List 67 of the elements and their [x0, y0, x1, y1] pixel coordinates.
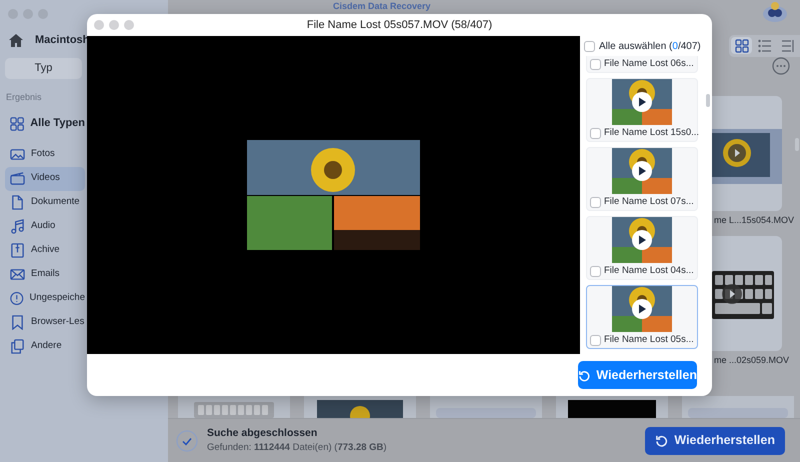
- video-player[interactable]: [87, 36, 580, 354]
- zoom-dot[interactable]: [124, 20, 134, 30]
- file-name: File Name Lost 06s...: [604, 56, 694, 71]
- sidebar-item[interactable]: Audio: [5, 214, 85, 238]
- file-name: File Name Lost 05s...: [604, 332, 694, 347]
- copy-icon: [10, 339, 25, 354]
- thumbnail-card[interactable]: [682, 396, 794, 418]
- preview-title: File Name Lost 05s057.MOV (58/407): [306, 18, 492, 33]
- minimize-dot[interactable]: [109, 20, 119, 30]
- grid-icon: [10, 114, 24, 132]
- drive-name: Macintosh: [35, 32, 90, 48]
- alert-circle-icon: [10, 291, 24, 306]
- bookmark-icon: [10, 315, 25, 330]
- app-title: Cisdem Data Recovery: [333, 1, 431, 12]
- file-name: File Name Lost 07s...: [604, 194, 694, 209]
- file-card[interactable]: File Name Lost 07s...: [586, 147, 698, 211]
- file-card[interactable]: File Name Lost 04s...: [586, 216, 698, 280]
- checkbox[interactable]: [590, 128, 601, 138]
- close-dot[interactable]: [94, 20, 104, 30]
- restore-icon: [655, 434, 668, 447]
- clapperboard-icon: [10, 171, 25, 186]
- file-name: me ...02s059.MOV: [713, 354, 790, 367]
- image-icon: [10, 147, 25, 162]
- checkbox[interactable]: [590, 58, 601, 70]
- grid-view-button[interactable]: [731, 37, 752, 54]
- sidebar-item[interactable]: Browser-Les: [5, 310, 85, 334]
- envelope-icon: [10, 267, 25, 282]
- sidebar-item[interactable]: Emails: [5, 262, 85, 286]
- thumbnail-card[interactable]: [304, 396, 416, 418]
- logo-icon: [762, 1, 788, 23]
- checkbox[interactable]: [590, 334, 601, 346]
- status-title: Suche abgeschlossen: [207, 426, 318, 440]
- sidebar-item[interactable]: Achive: [5, 238, 85, 262]
- thumbnail-card[interactable]: [556, 396, 668, 418]
- archive-icon: [10, 243, 25, 258]
- thumbnail-card[interactable]: [178, 396, 290, 418]
- music-note-icon: [10, 219, 25, 234]
- recover-button[interactable]: Wiederherstellen: [578, 361, 697, 389]
- sidebar-item[interactable]: Videos: [5, 166, 85, 190]
- file-card[interactable]: File Name Lost 06s...: [586, 56, 698, 73]
- section-label: Ergebnis: [6, 91, 43, 104]
- status-summary: Gefunden: 1112444 Datei(en) (773.28 GB): [207, 441, 387, 456]
- file-name: me L...15s054.MOV: [713, 214, 796, 227]
- sidebar-item[interactable]: Andere: [5, 334, 85, 358]
- type-tab[interactable]: Typ: [5, 58, 82, 79]
- checkbox[interactable]: [590, 196, 601, 208]
- home-icon: [9, 34, 23, 46]
- file-card[interactable]: File Name Lost 15s0...: [586, 78, 698, 142]
- recover-button[interactable]: Wiederherstellen: [645, 426, 785, 454]
- restore-icon: [578, 368, 590, 382]
- file-card[interactable]: File Name Lost 05s...: [586, 285, 698, 349]
- check-circle-icon: [176, 430, 198, 452]
- document-icon: [10, 195, 25, 210]
- checkbox[interactable]: [590, 266, 601, 276]
- select-all-label[interactable]: Alle auswählen (0/407): [599, 38, 701, 54]
- scrollbar-thumb[interactable]: [706, 94, 710, 107]
- sidebar-item[interactable]: Alle Typen: [5, 108, 85, 138]
- sidebar-item[interactable]: Dokumente: [5, 190, 85, 214]
- video-thumbnail[interactable]: [712, 96, 782, 211]
- more-icon[interactable]: [772, 57, 790, 75]
- file-name: File Name Lost 15s0...: [604, 126, 700, 140]
- file-name: File Name Lost 04s...: [604, 264, 694, 278]
- thumbnail-card[interactable]: [430, 396, 542, 418]
- video-thumbnail[interactable]: [712, 236, 782, 351]
- sidebar-item[interactable]: Ungespeiche: [5, 286, 85, 310]
- sidebar-item[interactable]: Fotos: [5, 142, 85, 166]
- checkbox[interactable]: [584, 40, 595, 52]
